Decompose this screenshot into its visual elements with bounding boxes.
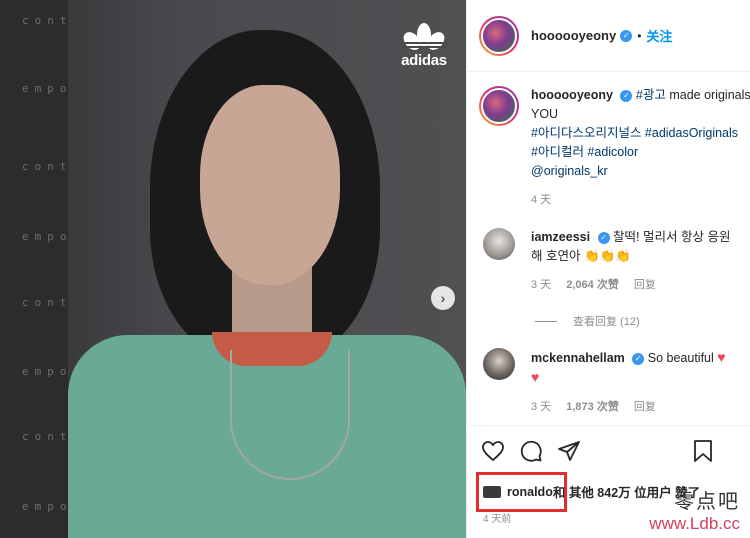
side-word: cont	[22, 14, 73, 27]
side-word: empo	[22, 500, 73, 513]
commenter-avatar[interactable]	[483, 228, 515, 260]
red-heart-icon: ♥	[531, 369, 540, 385]
comment-likes[interactable]: 2,064 次赞	[566, 279, 619, 291]
side-word: cont	[22, 296, 73, 309]
comment-icon	[520, 440, 542, 462]
verified-badge-icon: ✓	[620, 29, 633, 42]
verified-badge-icon: ✓	[632, 352, 645, 365]
view-replies-label: 查看回复 (12)	[573, 316, 640, 328]
site-watermark: 零点吧 www.Ldb.cc	[649, 485, 740, 534]
comment-meta: 3 天 1,873 次赞 回复	[531, 398, 750, 417]
verified-badge-icon: ✓	[620, 89, 633, 102]
caption-mention[interactable]: @originals_kr	[531, 162, 750, 181]
caption-text: made originals	[665, 88, 750, 102]
comment-username[interactable]: mckennahellam	[531, 351, 625, 365]
comment-item: iamzeessi ✓ 찰떡! 멀리서 항상 응원 해 호연아 👏👏👏 3 天 …	[479, 228, 750, 295]
side-word: empo	[22, 365, 73, 378]
caption-time[interactable]: 4 天	[531, 191, 750, 210]
post-caption: hoooooyeony ✓ #광고 made originals YOU #아디…	[479, 86, 750, 210]
save-button[interactable]	[691, 439, 715, 463]
like-button[interactable]	[481, 439, 505, 463]
comment-time[interactable]: 3 天	[531, 279, 551, 291]
clapping-emoji-icon: 👏👏👏	[583, 249, 631, 263]
trefoil-icon	[401, 23, 447, 50]
post-timestamp[interactable]: 4 天前	[483, 510, 511, 525]
comment-username[interactable]: iamzeessi	[531, 230, 590, 244]
side-word: cont	[22, 160, 73, 173]
photo-face-shape	[200, 85, 340, 285]
verified-badge-icon: ✓	[597, 231, 610, 244]
caption-hashtags[interactable]: #아디컬러 #adicolor	[531, 143, 750, 162]
commenter-avatar[interactable]	[483, 348, 515, 380]
chevron-right-icon: ›	[440, 290, 446, 306]
heart-icon	[482, 440, 504, 461]
comment-time[interactable]: 3 天	[531, 401, 551, 413]
comment-text: So beautiful	[647, 351, 714, 365]
side-word: empo	[22, 82, 73, 95]
side-word: cont	[22, 430, 73, 443]
send-icon	[558, 440, 580, 461]
caption-avatar[interactable]	[479, 86, 519, 126]
side-word: empo	[22, 230, 73, 243]
comment-likes[interactable]: 1,873 次赞	[566, 401, 619, 413]
caption-hashtag[interactable]: #광고	[636, 88, 666, 102]
adidas-logo: adidas	[396, 22, 452, 69]
watermark-url: www.Ldb.cc	[649, 514, 740, 533]
adidas-logo-text: adidas	[401, 52, 447, 69]
highlight-box	[476, 472, 567, 512]
caption-hashtags[interactable]: #아디다스오리지널스 #adidasOriginals	[531, 124, 750, 143]
replies-divider	[535, 320, 557, 322]
action-bar	[467, 425, 750, 475]
avatar[interactable]	[479, 15, 519, 56]
red-heart-icon: ♥	[717, 349, 726, 365]
header-username[interactable]: hoooooyeony	[531, 28, 616, 43]
view-replies-button[interactable]: 查看回复 (12)	[535, 313, 640, 329]
post-side-panel: hoooooyeony ✓ • 关注 hoooooyeony ✓ #광고 mad…	[466, 0, 750, 538]
watermark-chinese: 零点吧	[674, 489, 740, 513]
comment-text: 찰떡! 멀리서 항상 응원	[613, 230, 731, 244]
reply-button[interactable]: 回复	[634, 401, 656, 413]
bookmark-icon	[694, 440, 712, 462]
post-photo[interactable]: cont empo cont empo cont empo cont empo …	[0, 0, 466, 538]
comment-text: 해 호연아	[531, 249, 584, 263]
photo-necklace-shape	[230, 350, 350, 480]
reply-button[interactable]: 回复	[634, 279, 656, 291]
next-image-button[interactable]: ›	[431, 286, 455, 310]
comment-button[interactable]	[519, 439, 543, 463]
caption-username[interactable]: hoooooyeony	[531, 88, 613, 102]
share-button[interactable]	[557, 439, 581, 463]
header-separator: •	[637, 28, 642, 43]
side-text-strip: cont empo cont empo cont empo cont empo	[0, 0, 68, 538]
comment-item: mckennahellam ✓ So beautiful ♥ ♥ 3 天 1,8…	[479, 348, 750, 417]
comment-meta: 3 天 2,064 次赞 回复	[531, 276, 750, 295]
follow-button[interactable]: 关注	[646, 26, 672, 45]
post-header: hoooooyeony ✓ • 关注	[467, 0, 750, 72]
caption-line: YOU	[531, 107, 559, 121]
